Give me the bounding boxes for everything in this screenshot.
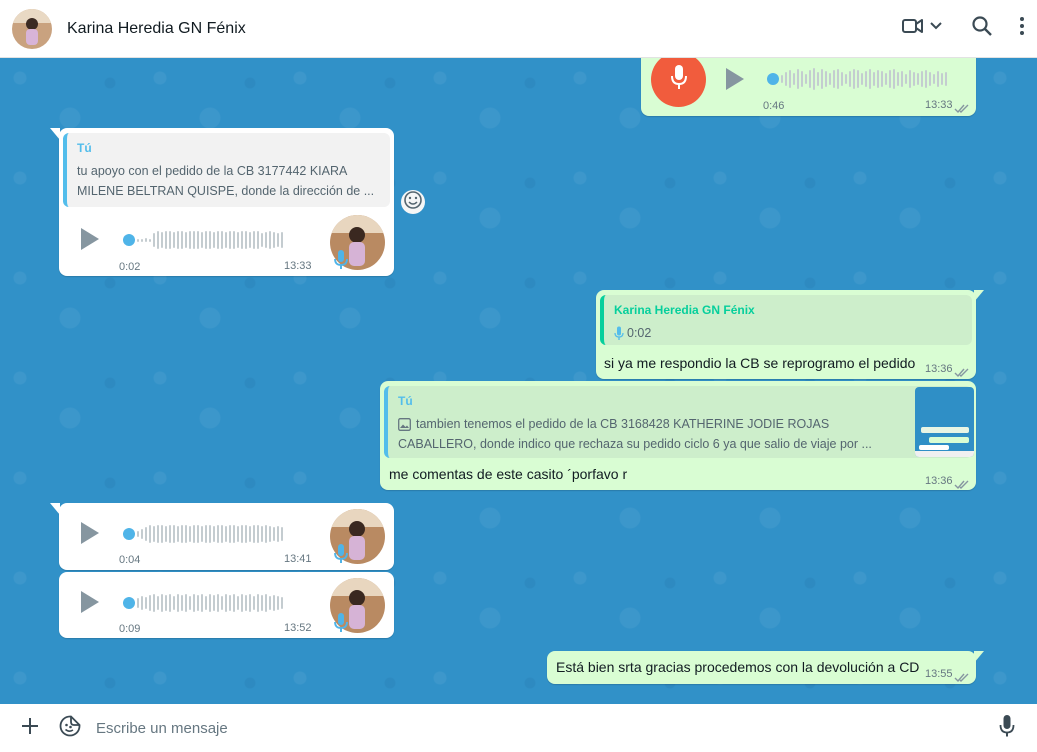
mic-icon xyxy=(670,63,688,96)
plus-icon xyxy=(20,716,40,741)
message-time: 13:55 xyxy=(925,668,953,680)
double-check-icon xyxy=(954,101,970,119)
voice-waveform[interactable] xyxy=(767,66,949,92)
sticker-icon xyxy=(58,714,82,743)
react-emoji-button[interactable] xyxy=(401,190,425,214)
quote-text-line: tu apoyo con el pedido de la CB 3177442 … xyxy=(77,164,348,178)
mic-icon xyxy=(334,249,348,276)
quote-text-line: CABALLERO, donde indico que rechaza su p… xyxy=(398,437,872,451)
mic-icon xyxy=(614,326,624,341)
chat-area[interactable]: 0:46 13:33 Tú tu apoyo con el pedido de … xyxy=(0,58,1037,704)
double-check-icon xyxy=(954,670,970,688)
quote-text-line: MILENE BELTRAN QUISPE, donde la direcció… xyxy=(77,184,375,198)
voice-waveform[interactable] xyxy=(123,227,285,253)
message-text-outgoing[interactable]: Karina Heredia GN Fénix 0:02 si ya me re… xyxy=(596,290,976,379)
double-check-icon xyxy=(954,477,970,495)
mic-icon xyxy=(334,612,348,639)
quoted-message[interactable]: Tú tambien tenemos el pedido de la CB 31… xyxy=(384,386,972,458)
quote-sender: Karina Heredia GN Fénix xyxy=(614,303,755,317)
quote-voice: 0:02 xyxy=(614,323,962,343)
message-text: si ya me respondio la CB se reprogramo e… xyxy=(604,355,916,371)
composer-bar xyxy=(0,704,1037,752)
message-time: 13:33 xyxy=(925,99,953,111)
mic-icon xyxy=(999,714,1015,743)
play-icon[interactable] xyxy=(726,68,744,90)
search-button[interactable] xyxy=(971,9,993,49)
voice-mic-badge xyxy=(651,58,706,107)
quote-text-line: tambien tenemos el pedido de la CB 31684… xyxy=(398,414,902,434)
play-icon[interactable] xyxy=(81,591,99,613)
search-icon xyxy=(971,15,993,42)
play-icon[interactable] xyxy=(81,522,99,544)
video-call-button[interactable] xyxy=(901,9,943,49)
message-voice-incoming[interactable]: Tú tu apoyo con el pedido de la CB 31774… xyxy=(59,128,394,276)
message-text: me comentas de este casito ´porfavo r xyxy=(389,466,628,482)
menu-icon xyxy=(1019,16,1025,41)
voice-waveform[interactable] xyxy=(123,590,285,616)
video-call-icon xyxy=(901,14,925,43)
voice-waveform[interactable] xyxy=(123,521,285,547)
message-time: 13:52 xyxy=(284,622,312,634)
quote-image-thumbnail[interactable] xyxy=(915,387,974,457)
message-input[interactable] xyxy=(96,710,989,746)
message-voice-incoming[interactable]: 0:09 13:52 xyxy=(59,572,394,638)
quoted-message[interactable]: Tú tu apoyo con el pedido de la CB 31774… xyxy=(63,133,390,207)
voice-duration: 0:46 xyxy=(763,100,785,112)
message-voice-incoming[interactable]: 0:04 13:41 xyxy=(59,503,394,570)
menu-button[interactable] xyxy=(1019,9,1025,49)
message-text-outgoing[interactable]: Tú tambien tenemos el pedido de la CB 31… xyxy=(380,381,976,490)
chevron-down-icon xyxy=(929,19,943,38)
quote-sender: Tú xyxy=(77,141,92,155)
message-text-outgoing[interactable]: Está bien srta gracias procedemos con la… xyxy=(547,651,976,684)
emoji-icon xyxy=(403,190,423,215)
contact-avatar[interactable] xyxy=(12,8,52,49)
sticker-button[interactable] xyxy=(52,710,88,746)
quote-sender: Tú xyxy=(398,394,413,408)
image-icon xyxy=(398,417,411,431)
play-icon[interactable] xyxy=(81,228,99,250)
voice-duration: 0:02 xyxy=(119,261,141,273)
message-time: 13:36 xyxy=(925,363,953,375)
message-voice-outgoing[interactable]: 0:46 13:33 xyxy=(641,58,976,116)
message-time: 13:33 xyxy=(284,260,312,272)
attach-button[interactable] xyxy=(12,710,48,746)
quote-voice-duration: 0:02 xyxy=(627,326,652,340)
message-time: 13:36 xyxy=(925,475,953,487)
header-actions xyxy=(883,9,1025,49)
message-time: 13:41 xyxy=(284,553,312,565)
contact-name[interactable]: Karina Heredia GN Fénix xyxy=(67,20,246,38)
message-text: Está bien srta gracias procedemos con la… xyxy=(556,659,920,675)
voice-duration: 0:09 xyxy=(119,623,141,635)
voice-record-button[interactable] xyxy=(989,710,1025,746)
mic-icon xyxy=(334,543,348,570)
voice-duration: 0:04 xyxy=(119,554,141,566)
quoted-message[interactable]: Karina Heredia GN Fénix 0:02 xyxy=(600,295,972,345)
chat-header: Karina Heredia GN Fénix xyxy=(0,0,1037,58)
